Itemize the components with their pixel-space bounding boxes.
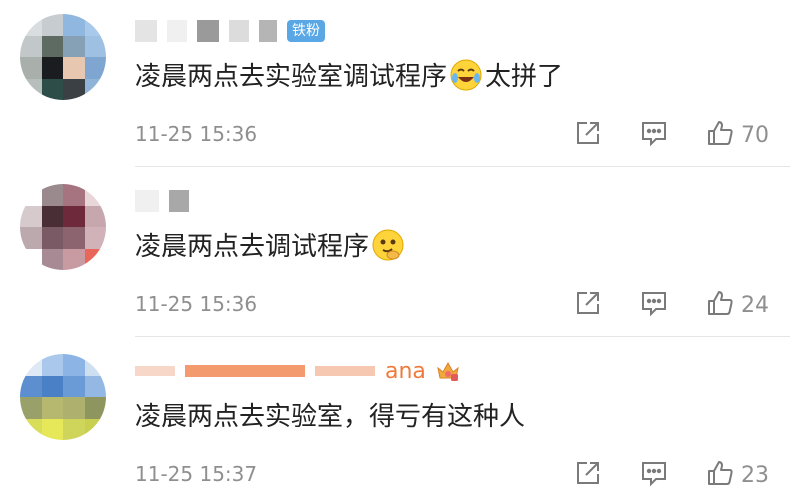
username-row[interactable]: ana [135,354,460,388]
blurred-username[interactable] [135,366,175,376]
blurred-username[interactable] [315,366,375,376]
comment-meta: 11-25 15:37 23 [135,458,775,492]
like-button[interactable]: 23 [705,458,769,492]
laughing-tears-emoji-icon [449,58,483,92]
reply-button[interactable] [639,288,669,322]
avatar[interactable] [20,184,106,270]
share-button[interactable] [573,288,603,322]
reply-icon [639,288,669,322]
reply-icon [639,458,669,492]
reply-button[interactable] [639,458,669,492]
thinking-emoji-icon [371,228,405,262]
share-button[interactable] [573,458,603,492]
comment-text: 凌晨两点去实验室，得亏有这种人 [135,396,525,433]
comment-text-after: 太拼了 [485,62,564,92]
comment-text: 凌晨两点去实验室调试程序 太拼了 [135,56,563,93]
blurred-username[interactable] [197,20,219,42]
avatar[interactable] [20,354,106,440]
like-button[interactable]: 24 [705,288,769,322]
avatar[interactable] [20,14,106,100]
thumbs-up-icon [705,458,735,492]
username-row[interactable]: 铁粉 [135,14,325,48]
divider [135,166,790,167]
blurred-username[interactable] [135,190,159,212]
username-row[interactable] [135,184,189,218]
comment-meta: 11-25 15:36 70 [135,118,775,152]
share-icon [573,118,603,152]
blurred-username[interactable] [135,20,157,42]
reply-button[interactable] [639,118,669,152]
fan-badge: 铁粉 [287,20,325,42]
comment-text-main: 凌晨两点去实验室调试程序 [135,62,448,92]
divider [135,336,790,337]
timestamp: 11-25 15:37 [135,462,258,486]
crown-vip-icon [436,360,460,382]
thumbs-up-icon [705,288,735,322]
blurred-username[interactable] [185,365,305,377]
timestamp: 11-25 15:36 [135,292,258,316]
comment-text: 凌晨两点去调试程序 [135,226,407,263]
blurred-username[interactable] [167,20,187,42]
blurred-username[interactable] [169,190,189,212]
timestamp: 11-25 15:36 [135,122,258,146]
like-count: 70 [741,122,769,148]
reply-icon [639,118,669,152]
username-visible-part[interactable]: ana [385,359,426,384]
share-button[interactable] [573,118,603,152]
like-count: 23 [741,462,769,488]
thumbs-up-icon [705,118,735,152]
share-icon [573,288,603,322]
like-button[interactable]: 70 [705,118,769,152]
comment-text-main: 凌晨两点去调试程序 [135,232,370,262]
comment-text-main: 凌晨两点去实验室，得亏有这种人 [135,402,526,432]
like-count: 24 [741,292,769,318]
share-icon [573,458,603,492]
comment-meta: 11-25 15:36 24 [135,288,775,322]
blurred-username[interactable] [259,20,277,42]
blurred-username[interactable] [229,20,249,42]
